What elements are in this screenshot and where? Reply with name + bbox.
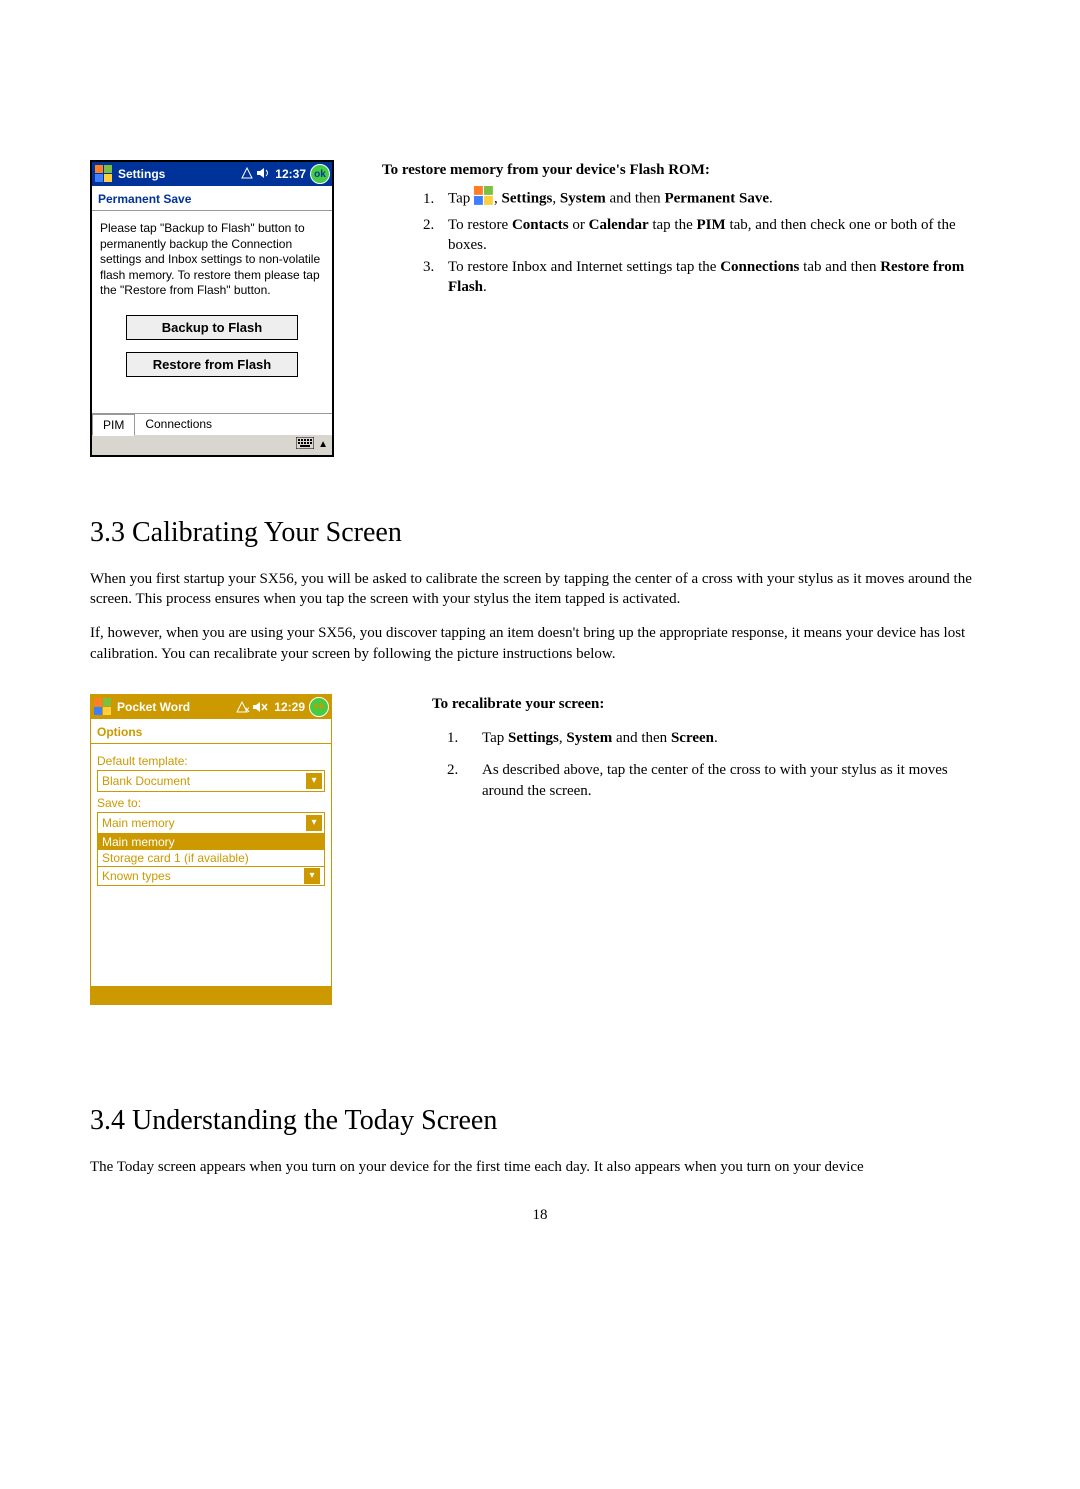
label-default-template: Default template:: [97, 754, 325, 768]
ppc2-subheader: Options: [91, 719, 331, 744]
speaker-mute-icon: [250, 701, 270, 713]
tab-connections[interactable]: Connections: [135, 414, 222, 435]
dropdown-option-storage-card[interactable]: Storage card 1 (if available): [98, 850, 324, 866]
signal-icon: [239, 167, 255, 182]
ppc-titlebar: Settings 12:37 ok: [92, 162, 332, 186]
start-flag-icon: [94, 164, 114, 184]
start-flag-icon: [93, 698, 113, 716]
section-3-3-heading: 3.3 Calibrating Your Screen: [90, 517, 990, 549]
sip-up-icon[interactable]: ▲: [318, 439, 328, 450]
screenshot-pocket-word-options: Pocket Word x 12:29 ok Options Default t…: [90, 694, 332, 1005]
keyboard-icon[interactable]: [296, 437, 314, 452]
recalibrate-instructions: To recalibrate your screen: Tap Settings…: [392, 694, 990, 813]
recalibrate-heading: To recalibrate your screen:: [392, 694, 990, 714]
ppc-input-panel-bar: ▲: [92, 435, 332, 455]
ppc2-titlebar: Pocket Word x 12:29 ok: [91, 695, 331, 719]
section-3-4-heading: 3.4 Understanding the Today Screen: [90, 1105, 990, 1137]
start-flag-icon: [474, 186, 494, 212]
dropdown-option-main-memory[interactable]: Main memory: [98, 834, 324, 850]
section-3-3-p2: If, however, when you are using your SX5…: [90, 623, 990, 664]
combo-save-to-value: Main memory: [102, 816, 175, 830]
signal-x-icon: x: [236, 701, 250, 713]
ppc-body-text: Please tap "Backup to Flash" button to p…: [92, 211, 332, 309]
recal-step-2: As described above, tap the center of th…: [462, 760, 990, 801]
section-3-4-p1: The Today screen appears when you turn o…: [90, 1157, 990, 1177]
save-to-dropdown-list: Main memory Storage card 1 (if available…: [97, 834, 325, 886]
ppc2-bottom-bar: [91, 986, 331, 1004]
restore-from-flash-button[interactable]: Restore from Flash: [126, 352, 298, 377]
dropdown-option-known-types[interactable]: Known types ▾: [98, 866, 324, 885]
ppc-tabs: PIM Connections: [92, 413, 332, 435]
ok-button[interactable]: ok: [310, 164, 330, 184]
combo-template-value: Blank Document: [102, 774, 190, 788]
ppc-title: Settings: [114, 167, 239, 181]
backup-to-flash-button[interactable]: Backup to Flash: [126, 315, 298, 340]
chevron-down-icon: ▾: [306, 815, 322, 831]
recal-step-1: Tap Settings, System and then Screen.: [462, 728, 990, 748]
combo-save-to[interactable]: Main memory ▾: [97, 812, 325, 834]
speaker-icon: [255, 167, 271, 182]
page-number: 18: [90, 1207, 990, 1224]
restore-step-3: To restore Inbox and Internet settings t…: [438, 257, 990, 298]
section-3-3-p1: When you first startup your SX56, you wi…: [90, 569, 990, 610]
restore-heading: To restore memory from your device's Fla…: [382, 160, 990, 180]
ppc2-title: Pocket Word: [113, 700, 236, 714]
ppc-clock: 12:37: [271, 167, 310, 181]
restore-step-1: Tap , Settings, System and then Permanen…: [438, 186, 990, 212]
tab-pim[interactable]: PIM: [92, 414, 135, 436]
screenshot-permanent-save: Settings 12:37 ok Permanent Save Please …: [90, 160, 334, 457]
ppc2-clock: 12:29: [270, 700, 309, 714]
ok-button[interactable]: ok: [309, 697, 329, 717]
restore-step-2: To restore Contacts or Calendar tap the …: [438, 215, 990, 256]
chevron-down-icon: ▾: [306, 773, 322, 789]
restore-instructions: To restore memory from your device's Fla…: [394, 160, 990, 300]
combo-default-template[interactable]: Blank Document ▾: [97, 770, 325, 792]
ppc-subheader: Permanent Save: [92, 186, 332, 211]
label-save-to: Save to:: [97, 796, 325, 810]
chevron-down-icon: ▾: [304, 868, 320, 884]
